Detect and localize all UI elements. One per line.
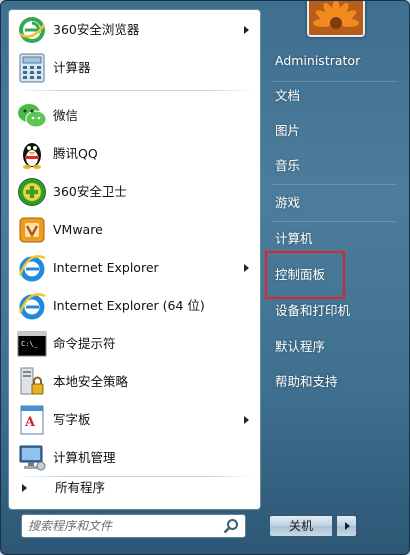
highlight-box: [265, 251, 345, 299]
program-label: 计算机管理: [53, 450, 116, 465]
program-item-qq[interactable]: 腾讯QQ: [10, 136, 259, 172]
right-item-documents[interactable]: 文档: [267, 83, 401, 109]
right-item-music[interactable]: 音乐: [267, 153, 401, 179]
search-input[interactable]: [28, 517, 218, 535]
internet-explorer-icon: [16, 290, 48, 322]
divider: [271, 81, 397, 82]
program-item-wechat[interactable]: 微信: [10, 98, 259, 134]
360-browser-icon: [16, 14, 48, 46]
submenu-arrow-icon[interactable]: [244, 26, 249, 34]
vmware-icon: [16, 214, 48, 246]
submenu-arrow-icon[interactable]: [244, 416, 249, 424]
security-policy-icon: [16, 366, 48, 398]
right-item-pictures[interactable]: 图片: [267, 118, 401, 144]
search-icon[interactable]: [223, 518, 239, 534]
right-item-games[interactable]: 游戏: [267, 190, 401, 216]
program-label: 微信: [53, 108, 79, 123]
program-item-360-safe[interactable]: 360安全卫士: [10, 174, 259, 210]
program-item-internet-explorer-64[interactable]: Internet Explorer (64 位): [10, 288, 259, 324]
program-label: 本地安全策略: [53, 374, 129, 389]
program-item-wordpad[interactable]: A 写字板: [10, 402, 259, 438]
right-item-default-programs[interactable]: 默认程序: [267, 334, 401, 360]
program-item-internet-explorer[interactable]: Internet Explorer: [10, 250, 259, 286]
program-item-vmware[interactable]: VMware: [10, 212, 259, 248]
search-box[interactable]: [21, 514, 246, 538]
wordpad-icon: A: [16, 404, 48, 436]
right-triangle-icon: [22, 484, 27, 492]
program-label: Internet Explorer (64 位): [53, 298, 205, 313]
program-item-local-security-policy[interactable]: 本地安全策略: [10, 364, 259, 400]
all-programs-label: 所有程序: [55, 480, 106, 495]
program-label: Internet Explorer: [53, 260, 159, 275]
computer-management-icon: [16, 442, 48, 474]
wechat-icon: [16, 100, 48, 132]
program-label: 写字板: [53, 412, 91, 427]
command-prompt-icon: C:\_: [16, 328, 48, 360]
user-name-link[interactable]: Administrator: [267, 48, 401, 74]
360-safe-icon: [16, 176, 48, 208]
program-label: 计算器: [53, 60, 91, 75]
right-item-computer[interactable]: 计算机: [267, 226, 401, 252]
program-label: 360安全卫士: [53, 184, 127, 199]
program-label: VMware: [53, 222, 103, 237]
program-item-calculator[interactable]: 计算器: [10, 50, 259, 86]
internet-explorer-icon: [16, 252, 48, 284]
user-avatar[interactable]: [307, 1, 365, 37]
program-label: 命令提示符: [53, 336, 116, 351]
submenu-arrow-icon[interactable]: [244, 264, 249, 272]
right-item-help-support[interactable]: 帮助和支持: [267, 369, 401, 395]
shutdown-group: 关机: [269, 515, 357, 537]
divider: [271, 221, 397, 222]
shutdown-options-button[interactable]: [336, 515, 357, 537]
programs-pane: 360安全浏览器 计算器 微信 腾讯QQ 360安全卫士 VMware Inte…: [8, 9, 261, 510]
program-label: 360安全浏览器: [53, 22, 140, 37]
qq-penguin-icon: [16, 138, 48, 170]
right-item-devices-printers[interactable]: 设备和打印机: [267, 298, 401, 324]
divider: [271, 184, 397, 185]
program-item-command-prompt[interactable]: C:\_ 命令提示符: [10, 326, 259, 362]
svg-text:C:\_: C:\_: [21, 340, 39, 348]
all-programs-button[interactable]: 所有程序: [10, 476, 259, 500]
calculator-icon: [16, 52, 48, 84]
shutdown-button[interactable]: 关机: [269, 515, 333, 537]
program-item-360-browser[interactable]: 360安全浏览器: [10, 12, 259, 48]
divider: [15, 90, 255, 91]
program-item-computer-management[interactable]: 计算机管理: [10, 440, 259, 476]
svg-text:A: A: [24, 415, 36, 430]
start-menu: 360安全浏览器 计算器 微信 腾讯QQ 360安全卫士 VMware Inte…: [0, 0, 410, 555]
program-label: 腾讯QQ: [53, 146, 98, 161]
